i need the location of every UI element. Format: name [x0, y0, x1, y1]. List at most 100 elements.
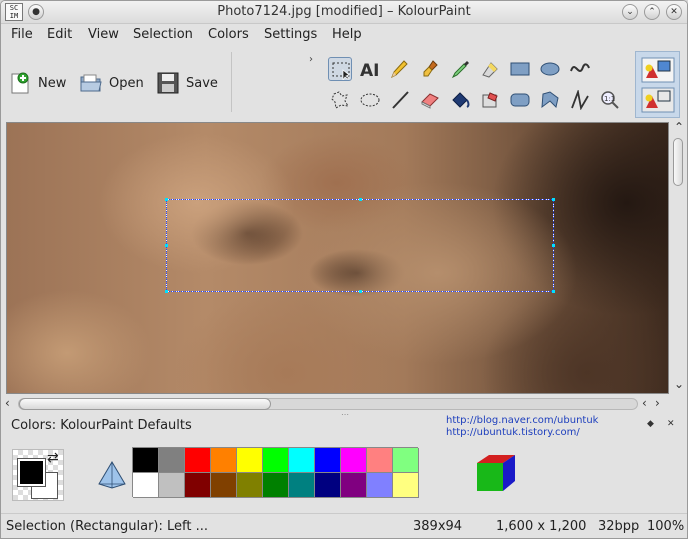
scroll-left-arrow-icon[interactable]: ‹: [5, 396, 10, 410]
palette-swatch[interactable]: [133, 473, 159, 498]
palette-swatch[interactable]: [393, 473, 419, 498]
tool-brush[interactable]: [419, 57, 443, 81]
palette-swatch[interactable]: [185, 448, 211, 473]
palette-swatch[interactable]: [159, 473, 185, 498]
menu-edit[interactable]: Edit: [47, 27, 72, 42]
image-canvas[interactable]: [6, 122, 669, 394]
status-bar: Selection (Rectangular): Left ... 389x94…: [1, 513, 687, 538]
selection-handle-bottom-left[interactable]: [165, 290, 168, 293]
rectangle-icon: [510, 62, 530, 76]
opaque-selection-button[interactable]: [640, 56, 676, 84]
palette-swatch[interactable]: [289, 473, 315, 498]
selection-handle-top[interactable]: [359, 198, 362, 201]
palette-swatch[interactable]: [263, 473, 289, 498]
blog-link[interactable]: http://blog.naver.com/ubuntuk: [446, 415, 598, 426]
selection-handle-top-left[interactable]: [165, 198, 168, 201]
selection-handle-bottom[interactable]: [359, 290, 362, 293]
colors-panel: Colors: KolourPaint Defaults http://blog…: [1, 415, 687, 513]
tool-line[interactable]: [388, 88, 412, 112]
zoom-icon: 1:1: [601, 91, 619, 109]
selection-options-panel: [635, 51, 680, 118]
line-icon: [392, 91, 409, 109]
tistory-link[interactable]: http://ubuntuk.tistory.com/: [446, 427, 580, 438]
palette-swatch[interactable]: [237, 473, 263, 498]
save-label: Save: [186, 75, 218, 91]
status-image-size: 1,600 x 1,200: [496, 519, 587, 534]
swap-colors-icon[interactable]: ⇄: [47, 450, 59, 466]
vertical-scroll-thumb[interactable]: [673, 138, 683, 186]
tool-eraser[interactable]: [418, 88, 442, 112]
palette-swatch[interactable]: [341, 473, 367, 498]
rectangular-selection[interactable]: [165, 198, 555, 293]
tool-color-eraser[interactable]: [478, 88, 502, 112]
foreground-background-colors[interactable]: ⇄: [12, 449, 64, 501]
palette-swatch[interactable]: [289, 448, 315, 473]
panel-close-icon[interactable]: ✕: [667, 419, 675, 429]
menu-settings[interactable]: Settings: [264, 27, 317, 42]
new-button[interactable]: New: [8, 66, 66, 100]
vertical-scrollbar[interactable]: ⌃ ⌄: [669, 120, 687, 394]
scroll-down-arrow-icon[interactable]: ⌄: [674, 377, 684, 391]
color-similarity-icon[interactable]: [97, 460, 127, 490]
scroll-left-arrow-2-icon[interactable]: ‹: [642, 396, 647, 410]
new-document-icon: [8, 71, 32, 95]
tool-curve[interactable]: [568, 57, 592, 81]
tool-rounded-rectangle[interactable]: [508, 88, 532, 112]
tool-text[interactable]: AI: [358, 57, 382, 81]
selection-handle-top-right[interactable]: [552, 198, 555, 201]
palette-swatch[interactable]: [185, 473, 211, 498]
close-button[interactable]: ✕: [666, 4, 682, 20]
palette-swatch[interactable]: [367, 473, 393, 498]
tool-pencil[interactable]: [387, 57, 411, 81]
menu-selection[interactable]: Selection: [133, 27, 193, 42]
minimize-button[interactable]: ⌄: [622, 4, 638, 20]
brush-icon: [423, 60, 438, 77]
scroll-right-arrow-icon[interactable]: ›: [655, 396, 660, 410]
tool-zoom[interactable]: 1:1: [598, 88, 622, 112]
tool-color-picker[interactable]: [449, 57, 473, 81]
status-selection-size: 389x94: [413, 519, 463, 534]
palette-swatch[interactable]: [315, 473, 341, 498]
tool-free-form-selection[interactable]: [328, 88, 352, 112]
selection-handle-right[interactable]: [552, 244, 555, 247]
tool-polyline[interactable]: [568, 88, 592, 112]
menu-view[interactable]: View: [88, 27, 119, 42]
palette-swatch[interactable]: [367, 448, 393, 473]
toolbar-overflow-chevron-icon[interactable]: ›: [309, 54, 313, 65]
tool-ellipse[interactable]: [538, 57, 562, 81]
elliptical-selection-icon: [360, 93, 380, 107]
scroll-up-arrow-icon[interactable]: ⌃: [674, 120, 684, 134]
palette-swatch[interactable]: [211, 448, 237, 473]
open-button[interactable]: Open: [79, 66, 144, 100]
palette-swatch[interactable]: [393, 448, 419, 473]
panel-float-icon[interactable]: ◆: [647, 419, 654, 429]
tool-spraycan[interactable]: [478, 57, 502, 81]
menu-file[interactable]: File: [11, 27, 33, 42]
save-button[interactable]: Save: [156, 66, 218, 100]
selection-handle-left[interactable]: [165, 244, 168, 247]
tool-elliptical-selection[interactable]: [358, 88, 382, 112]
transparent-selection-button[interactable]: [640, 86, 676, 114]
selection-handle-bottom-right[interactable]: [552, 290, 555, 293]
menu-colors[interactable]: Colors: [208, 27, 249, 42]
color-palette[interactable]: [132, 447, 419, 498]
palette-swatch[interactable]: [211, 473, 237, 498]
tool-rectangular-selection[interactable]: [328, 57, 352, 81]
toolbar-separator: [231, 52, 232, 112]
horizontal-scrollbar[interactable]: ‹ ‹ ›: [1, 395, 669, 413]
palette-swatch[interactable]: [237, 448, 263, 473]
palette-swatch[interactable]: [159, 448, 185, 473]
palette-swatch[interactable]: [263, 448, 289, 473]
maximize-button[interactable]: ⌃: [644, 4, 660, 20]
menu-help[interactable]: Help: [332, 27, 362, 42]
tool-polygon[interactable]: [538, 88, 562, 112]
tool-flood-fill[interactable]: [448, 88, 472, 112]
tool-rectangle[interactable]: [508, 57, 532, 81]
text-tool-icon: AI: [360, 61, 379, 79]
color-cube-icon[interactable]: [473, 451, 517, 495]
foreground-color-swatch[interactable]: [17, 458, 46, 487]
horizontal-scroll-thumb[interactable]: [19, 398, 271, 410]
palette-swatch[interactable]: [341, 448, 367, 473]
palette-swatch[interactable]: [315, 448, 341, 473]
palette-swatch[interactable]: [133, 448, 159, 473]
